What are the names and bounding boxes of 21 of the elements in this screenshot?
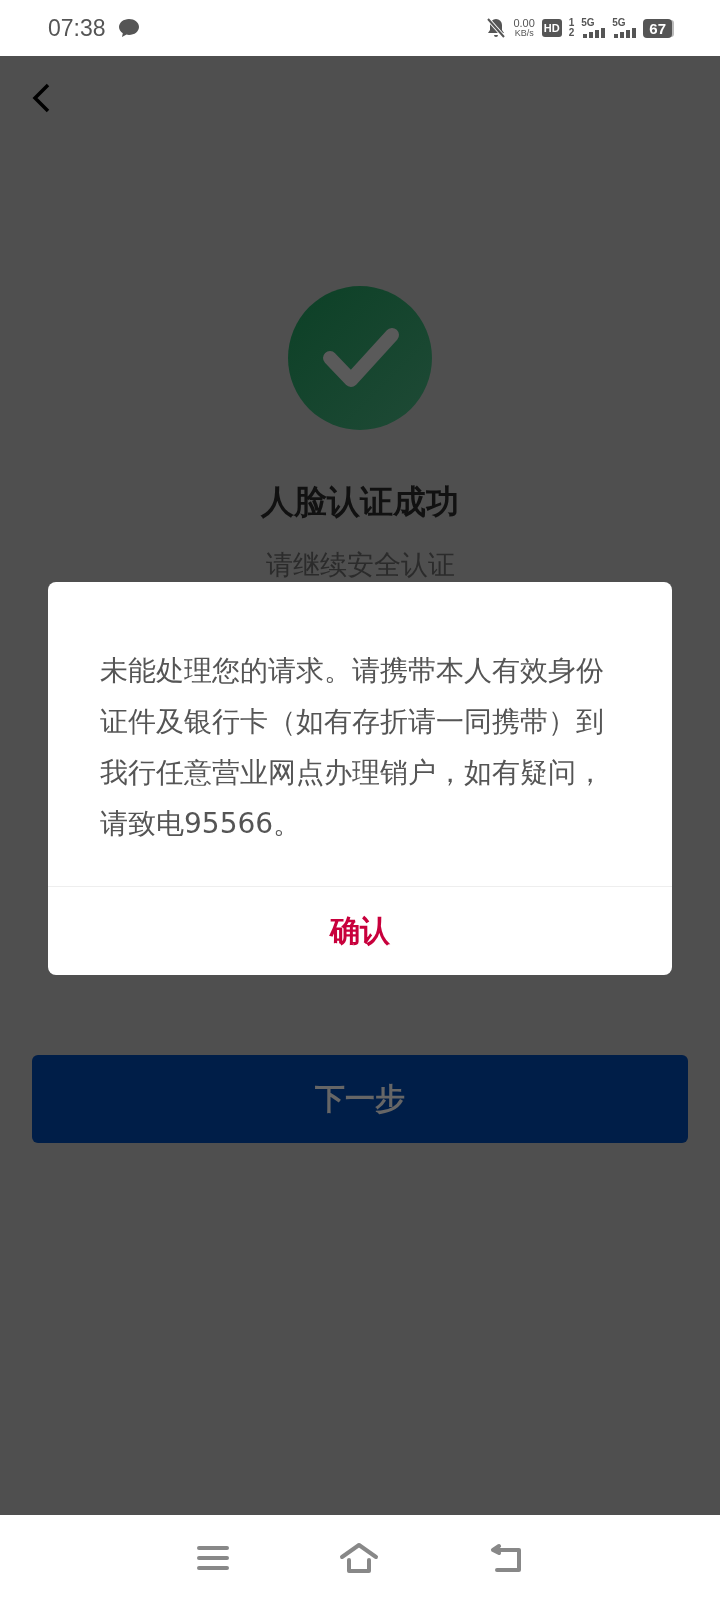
- dialog-message: 未能处理您的请求。请携带本人有效身份证件及银行卡（如有存折请一同携带）到我行任意营业网点办理销户，如有疑问，请致电95566。: [99, 653, 605, 842]
- hd-badge: HD: [541, 19, 562, 37]
- speed-unit: KB/s: [514, 29, 534, 38]
- home-icon[interactable]: [339, 1541, 379, 1574]
- message-icon: [117, 18, 140, 38]
- status-time: 07:38: [48, 14, 106, 42]
- network-speed: 0.00: [513, 18, 535, 29]
- success-check-icon: [288, 286, 432, 430]
- signal-icon: [612, 28, 637, 38]
- back-arrow-icon[interactable]: [489, 1542, 523, 1573]
- network-type: 5G: [581, 18, 595, 28]
- signal-icon: [581, 28, 606, 38]
- network-type: 5G: [612, 18, 626, 28]
- battery-level: 67: [643, 18, 672, 38]
- bell-off-icon: [486, 17, 507, 39]
- page-title: 人脸认证成功: [261, 482, 459, 522]
- confirm-button[interactable]: 确认: [48, 886, 672, 975]
- sim-slot-number: 1: [568, 18, 575, 28]
- menu-icon[interactable]: [197, 1544, 229, 1571]
- back-icon[interactable]: [30, 82, 52, 114]
- sim-slot-number: 2: [568, 28, 575, 38]
